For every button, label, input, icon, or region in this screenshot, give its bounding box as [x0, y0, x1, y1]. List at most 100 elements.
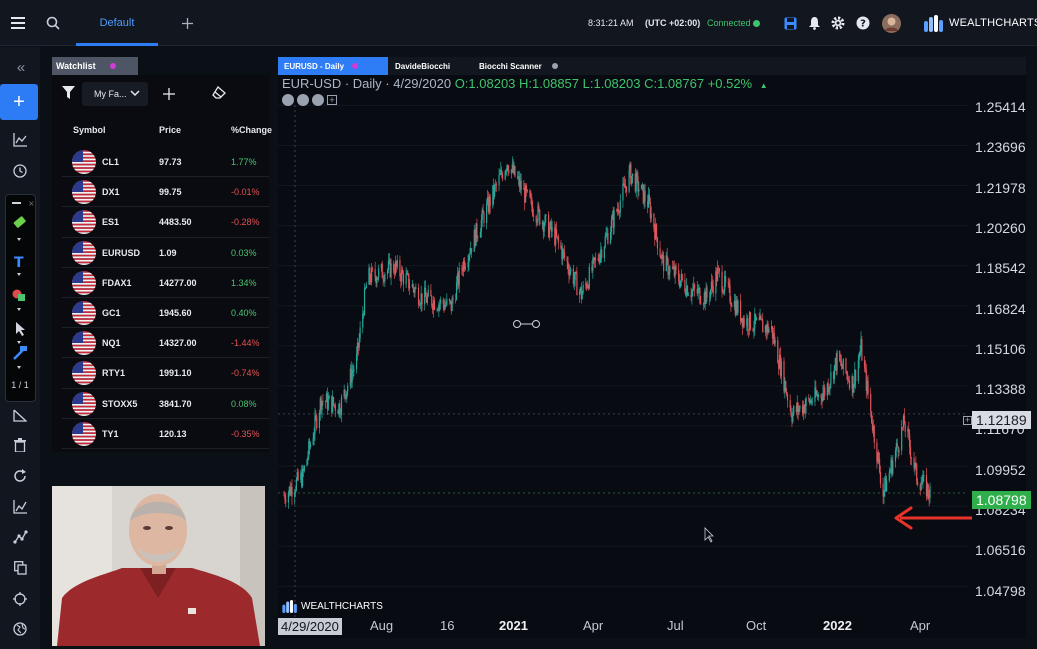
candle-body: [729, 284, 731, 302]
up-triangle-icon: ▲: [759, 81, 768, 90]
candle-body: [640, 184, 643, 190]
candle-body: [617, 208, 620, 213]
trash-icon[interactable]: [8, 434, 32, 456]
watchlist-row[interactable]: CL1 97.73 1.77%: [62, 147, 269, 178]
candle-body: [828, 388, 830, 392]
us-flag-icon: [72, 361, 96, 386]
watchlist-row[interactable]: NQ1 14327.00 -1.44%: [62, 328, 269, 359]
candle-body: [526, 190, 528, 192]
up-circle-icon[interactable]: [312, 94, 324, 106]
indicator-icon[interactable]: [8, 496, 32, 518]
candle-body: [702, 303, 705, 305]
refresh-icon[interactable]: [8, 465, 32, 487]
avatar[interactable]: [881, 0, 901, 46]
watermark-text: WEALTHCHARTS: [301, 601, 383, 612]
price-tick: 1.06516: [975, 542, 1026, 559]
menu-icon[interactable]: [10, 0, 26, 46]
candle-body: [287, 492, 290, 503]
candle-body: [601, 249, 603, 259]
candle-body: [531, 197, 533, 207]
timezone[interactable]: (UTC +02:00): [645, 0, 700, 46]
candle-body: [510, 169, 513, 174]
crosshair-plus-icon[interactable]: +: [963, 416, 972, 425]
help-icon[interactable]: ?: [855, 0, 871, 46]
price-chart[interactable]: EUR-USD · Daily · 4/29/2020 O:1.08203 H:…: [278, 75, 1031, 638]
candle-body: [717, 267, 719, 281]
add-symbol-icon[interactable]: [160, 84, 178, 104]
collapse-sidebar-button[interactable]: «: [8, 56, 34, 78]
candle-body: [545, 214, 547, 216]
candle-body: [285, 499, 287, 503]
watchlist-change: 1.34%: [231, 277, 257, 288]
chart-watermark: WEALTHCHARTS: [282, 600, 383, 613]
candle-body: [332, 397, 335, 405]
candle-body: [857, 360, 859, 382]
watchlist-change: -0.74%: [231, 368, 260, 379]
search-icon[interactable]: [45, 0, 61, 46]
watchlist-row[interactable]: FDAX1 14277.00 1.34%: [62, 268, 269, 298]
strategy-icon[interactable]: [8, 526, 32, 548]
watchlist-row[interactable]: TY1 120.13 -0.35%: [62, 419, 269, 449]
chart-canvas[interactable]: [278, 75, 1026, 638]
candle-body: [679, 280, 682, 287]
target-icon[interactable]: [8, 588, 32, 610]
candle-body: [376, 279, 378, 284]
candle-body: [489, 196, 491, 207]
candle-body: [581, 292, 583, 300]
candle-body: [864, 367, 866, 370]
candle-body: [753, 328, 755, 331]
expand-square-icon[interactable]: +: [327, 95, 337, 105]
candle-body: [307, 456, 309, 460]
legend-ohlc: O:1.08203 H:1.08857 L:1.08203 C:1.08767 …: [454, 76, 753, 91]
candle-body: [557, 236, 559, 243]
column-change[interactable]: %Change: [231, 125, 272, 135]
tool-pager: 1 / 1: [11, 380, 29, 390]
candle-body: [358, 338, 360, 348]
save-icon[interactable]: [782, 0, 798, 46]
add-tab-icon[interactable]: [180, 0, 194, 46]
column-price[interactable]: Price: [159, 125, 181, 135]
candle-body: [706, 287, 708, 298]
candle-body: [594, 258, 597, 261]
candle-body: [723, 290, 725, 293]
candle-body: [793, 406, 795, 413]
candle-body: [409, 287, 411, 289]
clock-icon[interactable]: [8, 160, 32, 182]
bell-icon[interactable]: [806, 0, 822, 46]
candle-body: [532, 215, 535, 217]
candle-body: [603, 247, 605, 259]
watchlist-row[interactable]: ES1 4483.50 -0.28%: [62, 207, 269, 238]
watchlist-price: 1991.10: [159, 368, 192, 379]
watchlist-tab[interactable]: Watchlist: [52, 57, 138, 75]
watchlist-row[interactable]: STOXX5 3841.70 0.08%: [62, 389, 269, 419]
candle-body: [396, 260, 398, 267]
measure-icon[interactable]: [8, 404, 32, 426]
candle-body: [786, 394, 789, 401]
gear-icon[interactable]: [830, 0, 846, 46]
watchlist-row[interactable]: DX1 99.75 -0.01%: [62, 177, 269, 208]
chart-tab-eurusd-daily[interactable]: EURUSD - Daily: [278, 57, 388, 75]
svg-text:×: ×: [28, 199, 35, 208]
watchlist-row[interactable]: GC1 1945.60 0.40%: [62, 298, 269, 329]
candle-body: [889, 470, 891, 473]
eraser-icon[interactable]: [212, 86, 227, 104]
settings-circle-icon[interactable]: [282, 94, 294, 106]
copy-icon[interactable]: [8, 557, 32, 579]
globe-icon[interactable]: [8, 618, 32, 640]
chart-tab-label: DavideBiocchi: [395, 61, 451, 71]
filter-icon[interactable]: [62, 86, 75, 104]
candle-body: [328, 395, 330, 399]
add-button[interactable]: +: [0, 84, 38, 120]
column-symbol[interactable]: Symbol: [73, 125, 106, 135]
chart-type-icon[interactable]: [8, 129, 32, 151]
watchlist-select[interactable]: My Fa...: [82, 82, 148, 106]
chart-tab-davidebiocchi[interactable]: DavideBiocchi: [388, 57, 472, 75]
tab-default[interactable]: Default: [76, 0, 158, 46]
chart-tab-biocchi-scanner[interactable]: Biocchi Scanner: [472, 57, 572, 75]
time-tick: Oct: [746, 618, 767, 633]
watchlist-row[interactable]: RTY1 1991.10 -0.74%: [62, 358, 269, 389]
candle-body: [401, 269, 404, 274]
watchlist-row[interactable]: EURUSD 1.09 0.03%: [62, 238, 269, 268]
candle-body: [780, 360, 782, 377]
hide-circle-icon[interactable]: [297, 94, 309, 106]
